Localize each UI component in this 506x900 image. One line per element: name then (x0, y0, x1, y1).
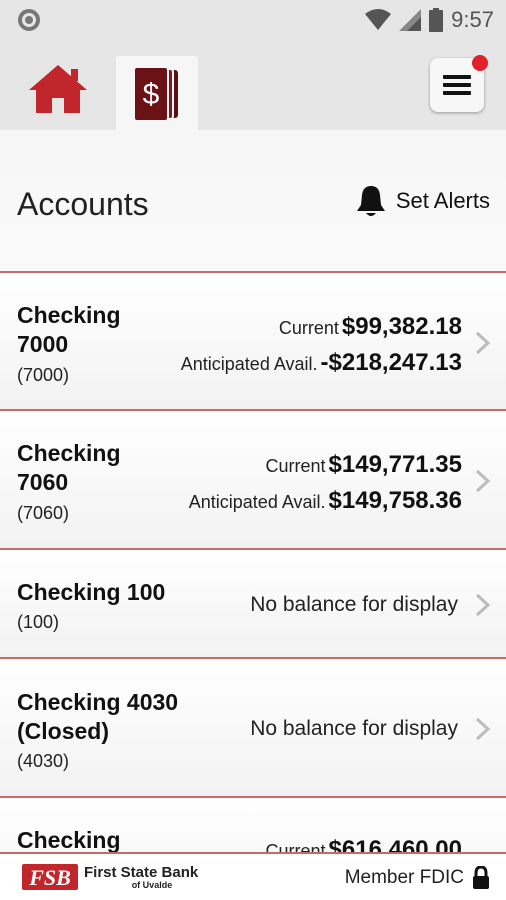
set-alerts-label: Set Alerts (395, 188, 490, 213)
no-balance-text: No balance for display (250, 717, 458, 740)
current-balance: Current $149,771.35 (265, 451, 463, 478)
account-number: (4030) (17, 751, 70, 771)
no-balance-text: No balance for display (250, 593, 458, 616)
bank-subtitle: of Uvalde (131, 879, 173, 890)
account-name: Checking 7060 (17, 440, 121, 495)
svg-text:$: $ (143, 78, 160, 111)
anticipated-balance: Anticipated Avail. $149,758.36 (188, 487, 462, 514)
tab-accounts[interactable]: $ (116, 56, 198, 132)
fdic-text: Member FDIC (344, 867, 464, 888)
status-time: 9:57 (451, 7, 494, 32)
status-icons: 9:57 (365, 6, 494, 34)
battery-icon (429, 8, 444, 32)
account-number: (7060) (17, 503, 70, 523)
tab-home[interactable] (22, 58, 94, 120)
signal-icon (399, 9, 422, 31)
svg-text:FSB: FSB (28, 865, 71, 890)
accounts-header: Accounts Set Alerts (0, 130, 506, 273)
hamburger-icon (443, 75, 471, 95)
status-bar: 9:57 (0, 0, 506, 40)
tab-bar: $ (0, 40, 506, 132)
account-number: (100) (17, 612, 60, 632)
bank-name-block: First State Bank of Uvalde (84, 865, 198, 890)
current-balance: Current $616,460.00 (265, 836, 463, 852)
chevron-right-icon (475, 331, 491, 355)
anticipated-balance: Anticipated Avail. -$218,247.13 (180, 349, 462, 376)
member-fdic: Member FDIC (345, 866, 490, 890)
accounts-content: Accounts Set Alerts Checking 7000 (7000)… (0, 130, 506, 852)
menu-button[interactable] (430, 55, 488, 112)
set-alerts-button[interactable]: Set Alerts (356, 185, 490, 217)
chevron-right-icon (475, 717, 491, 741)
bank-name: First State Bank (84, 863, 199, 881)
current-balance: Current $99,382.18 (278, 313, 462, 340)
account-name: Checking 7000 (17, 302, 121, 357)
account-row[interactable]: Checking 7000 (7000) Current $99,382.18 … (0, 273, 506, 411)
notification-dot-icon (18, 9, 40, 31)
chevron-right-icon (475, 593, 491, 617)
account-name: Checking 4030 (Closed) (17, 689, 179, 744)
account-name: Checking 100 (17, 579, 166, 605)
bell-icon (356, 186, 385, 216)
home-icon (29, 65, 87, 113)
account-row[interactable]: Checking 7060 (7060) Current $149,771.35… (0, 411, 506, 550)
account-row[interactable]: Checking Current $616,460.00 (0, 798, 506, 852)
page-title: Accounts (17, 186, 149, 222)
account-name: Checking (17, 827, 121, 852)
wifi-icon (365, 9, 392, 30)
lock-icon (473, 866, 489, 889)
chevron-right-icon (475, 469, 491, 493)
dollar-cards-icon: $ (133, 66, 178, 122)
notification-badge (472, 55, 488, 71)
footer: FSB First State Bank of Uvalde Member FD… (0, 852, 506, 900)
bank-logo: FSB First State Bank of Uvalde (22, 862, 198, 892)
account-number: (7000) (17, 365, 70, 385)
account-row[interactable]: Checking 100 (100) No balance for displa… (0, 550, 506, 659)
account-row[interactable]: Checking 4030 (Closed) (4030) No balance… (0, 659, 506, 798)
fsb-logo-icon: FSB (22, 864, 78, 890)
